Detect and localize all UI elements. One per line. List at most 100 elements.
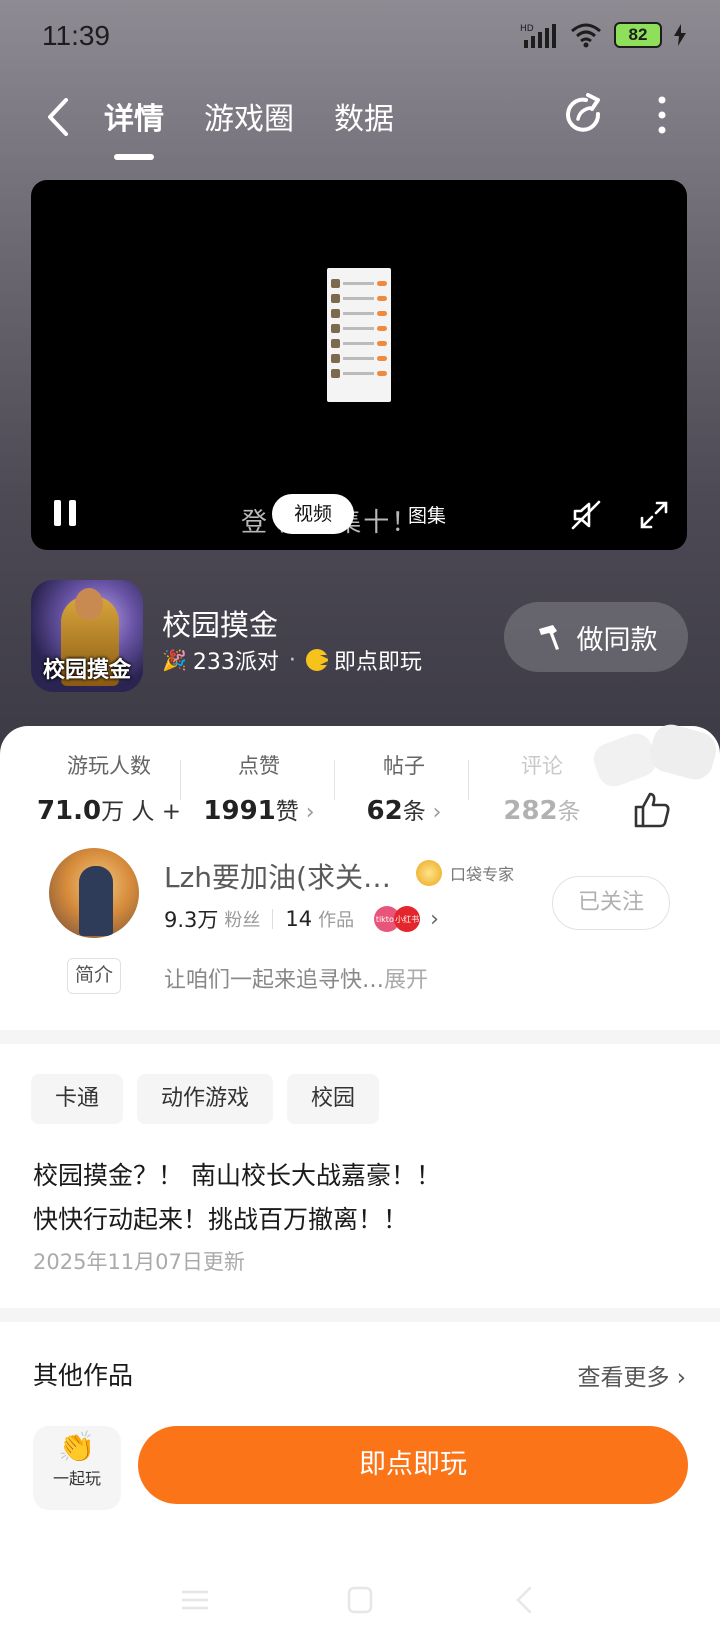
tag-campus[interactable]: 校园: [287, 1074, 380, 1124]
description-line: 校园摸金？！ 南山校长大战嘉豪！！: [33, 1161, 441, 1190]
tab-details[interactable]: 详情: [104, 94, 164, 138]
charging-icon: [674, 24, 686, 46]
stat-players-value: 71.0: [36, 796, 102, 826]
play-mode-icon: [305, 649, 328, 671]
stat-posts-unit: 条: [402, 799, 426, 825]
stat-comments[interactable]: 评论 282条: [482, 750, 602, 826]
stat-posts[interactable]: 帖子 62条 ›: [344, 750, 464, 826]
stat-divider: [180, 760, 181, 800]
stat-posts-value: 62: [366, 796, 403, 826]
fans-count: 9.3万: [164, 908, 219, 932]
section-divider: [0, 1308, 720, 1322]
detail-card: 游玩人数 71.0万 人 + 点赞 1991赞 › 帖子 62条 › 评论 28…: [0, 724, 720, 1640]
status-icons: HD 82: [520, 22, 686, 48]
video-frame-thumbnail: [327, 268, 391, 402]
stat-likes[interactable]: 点赞 1991赞 ›: [194, 750, 324, 826]
stat-comments-value-row: 282条: [482, 792, 602, 826]
segment-gallery[interactable]: 图集: [408, 501, 446, 528]
back-icon[interactable]: [38, 92, 78, 142]
works-label: 作品: [318, 910, 355, 931]
fullscreen-icon[interactable]: [639, 500, 669, 530]
works-count: 14: [285, 907, 313, 931]
platform-badges: tiktok 小红书: [374, 906, 421, 932]
stat-divider: [468, 760, 469, 800]
play-together-label: 一起玩: [52, 1469, 101, 1488]
clapping-hands-icon: 👏: [58, 1430, 96, 1465]
top-nav: 详情 游戏圈 数据: [0, 80, 720, 170]
avatar-figure: [79, 866, 113, 936]
stat-likes-label: 点赞: [238, 754, 280, 778]
tag-action-game[interactable]: 动作游戏: [137, 1074, 274, 1124]
fans-label: 粉丝: [224, 910, 261, 931]
stat-players-label: 游玩人数: [67, 754, 151, 778]
author-stats[interactable]: 9.3万 粉丝 14 作品 tiktok 小红书 ›: [164, 904, 439, 934]
stat-divider: [334, 760, 335, 800]
system-nav-bar: [0, 1585, 720, 1625]
stat-likes-value-row: 1991赞 ›: [194, 792, 324, 826]
more-icon[interactable]: [650, 92, 674, 138]
tag-cartoon[interactable]: 卡通: [31, 1074, 124, 1124]
stat-posts-value-row: 62条 ›: [344, 792, 464, 826]
status-bar: 11:39 HD 82: [0, 0, 720, 76]
stat-comments-value: 282: [503, 796, 558, 826]
play-together-button[interactable]: 👏 一起玩: [33, 1426, 121, 1510]
mute-icon[interactable]: [569, 498, 603, 532]
segment-video[interactable]: 视频: [272, 494, 355, 534]
expert-badge: 口袋专家: [416, 860, 514, 886]
thumbs-up-icon[interactable]: [632, 790, 672, 830]
pause-icon[interactable]: [53, 498, 77, 528]
section-divider: [0, 1030, 720, 1044]
author-avatar[interactable]: [49, 848, 139, 938]
signal-icon: HD: [520, 24, 556, 48]
stats-row: 游玩人数 71.0万 人 + 点赞 1991赞 › 帖子 62条 › 评论 28…: [0, 750, 720, 840]
intro-tag: 简介: [67, 958, 121, 994]
meta-separator: ·: [288, 647, 296, 673]
stat-comments-label: 评论: [521, 754, 563, 778]
see-more-label: 查看更多: [577, 1365, 670, 1391]
intro-expand-link[interactable]: 展开: [384, 968, 428, 993]
network-label: HD: [520, 24, 534, 34]
platform-badge-xiaohongshu: 小红书: [394, 906, 421, 932]
play-now-button[interactable]: 即点即玩: [138, 1426, 688, 1504]
game-icon[interactable]: 校园摸金: [31, 580, 143, 692]
tab-game-circle[interactable]: 游戏圈: [204, 94, 294, 138]
expert-badge-icon: [416, 860, 442, 886]
stat-players-value-row: 71.0万 人 +: [34, 792, 184, 826]
author-name[interactable]: Lzh要加油(求关…: [164, 856, 391, 896]
tab-data[interactable]: 数据: [334, 94, 394, 138]
chevron-right-icon: ›: [298, 800, 315, 825]
see-more-link[interactable]: 查看更多 ›: [577, 1358, 686, 1392]
make-same-button[interactable]: 做同款: [504, 602, 688, 672]
chevron-right-icon: ›: [669, 1365, 686, 1391]
media-segment-control: 视频 图集: [272, 494, 446, 534]
stat-players-unit: 万 人 +: [101, 799, 182, 825]
game-description: 校园摸金？！ 南山校长大战嘉豪！！ 快快行动起来！挑战百万撤离！！: [33, 1154, 441, 1242]
game-icon-text: 校园摸金: [42, 658, 131, 683]
game-icon-head: [75, 588, 103, 620]
chevron-right-icon: ›: [430, 906, 439, 932]
wifi-icon: [571, 23, 601, 48]
game-meta: 🎉 233派对 · 即点即玩: [162, 644, 422, 676]
party-count: 233派对: [192, 650, 279, 675]
home-icon[interactable]: [345, 1585, 375, 1615]
stat-likes-unit: 赞: [275, 799, 299, 825]
intro-body: 让咱们一起来追寻快…: [164, 968, 385, 993]
back-nav-icon[interactable]: [510, 1585, 540, 1615]
tag-list: 卡通 动作游戏 校园: [31, 1074, 380, 1124]
update-date: 2025年11月07日更新: [33, 1250, 245, 1274]
stat-posts-label: 帖子: [383, 754, 425, 778]
game-title: 校园摸金: [162, 608, 279, 642]
other-works-title: 其他作品: [33, 1361, 134, 1390]
tab-underline: [114, 154, 154, 160]
expert-badge-label: 口袋专家: [450, 865, 515, 884]
make-same-label: 做同款: [576, 624, 658, 656]
stat-players: 游玩人数 71.0万 人 +: [34, 750, 184, 826]
status-time: 11:39: [42, 20, 110, 51]
chevron-right-icon: ›: [425, 800, 442, 825]
hammer-icon: [538, 625, 559, 650]
video-player[interactable]: 登 游戏集十！ 视频 图集: [31, 180, 687, 550]
share-icon[interactable]: [562, 92, 608, 138]
description-line: 快快行动起来！挑战百万撤离！！: [33, 1205, 409, 1234]
menu-icon[interactable]: [180, 1585, 210, 1615]
follow-button[interactable]: 已关注: [552, 876, 670, 930]
